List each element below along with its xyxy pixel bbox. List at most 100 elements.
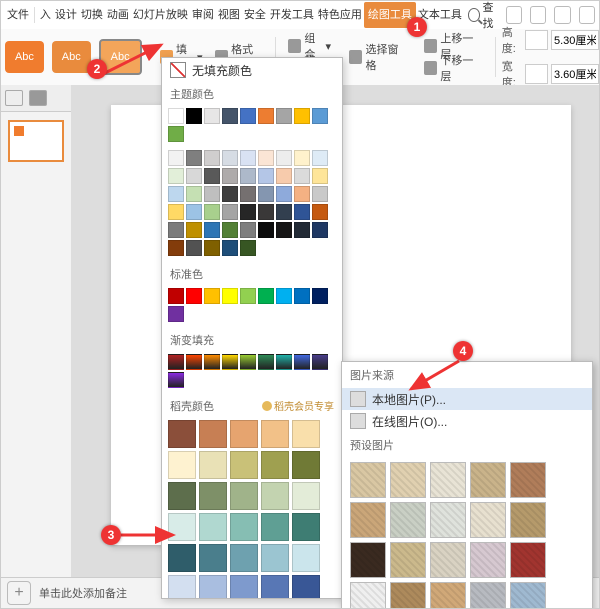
color-swatch[interactable] — [168, 168, 184, 184]
color-swatch[interactable] — [240, 108, 256, 124]
gradient-swatch[interactable] — [168, 354, 184, 370]
texture-swatch[interactable] — [510, 502, 546, 538]
color-swatch[interactable] — [312, 108, 328, 124]
color-swatch[interactable] — [258, 108, 274, 124]
texture-swatch[interactable] — [430, 462, 466, 498]
gradient-swatch[interactable] — [204, 354, 220, 370]
texture-swatch[interactable] — [470, 502, 506, 538]
color-swatch[interactable] — [258, 150, 274, 166]
color-swatch[interactable] — [230, 575, 258, 599]
color-swatch[interactable] — [312, 186, 328, 202]
texture-swatch[interactable] — [390, 502, 426, 538]
shape-style-1[interactable]: Abc — [5, 41, 44, 73]
color-swatch[interactable] — [222, 288, 238, 304]
menu-item-3[interactable]: 动画 — [105, 2, 131, 28]
color-swatch[interactable] — [240, 186, 256, 202]
texture-swatch[interactable] — [390, 542, 426, 578]
color-swatch[interactable] — [294, 222, 310, 238]
color-swatch[interactable] — [199, 451, 227, 479]
color-swatch[interactable] — [168, 482, 196, 510]
color-swatch[interactable] — [276, 108, 292, 124]
color-swatch[interactable] — [168, 222, 184, 238]
color-swatch[interactable] — [292, 451, 320, 479]
color-swatch[interactable] — [186, 240, 202, 256]
color-swatch[interactable] — [204, 222, 220, 238]
color-swatch[interactable] — [261, 482, 289, 510]
color-swatch[interactable] — [204, 288, 220, 304]
gradient-swatch[interactable] — [294, 354, 310, 370]
color-swatch[interactable] — [258, 204, 274, 220]
online-picture-option[interactable]: 在线图片(O)... — [342, 410, 592, 432]
color-swatch[interactable] — [240, 204, 256, 220]
color-swatch[interactable] — [276, 204, 292, 220]
color-swatch[interactable] — [258, 222, 274, 238]
menu-item-2[interactable]: 切换 — [79, 2, 105, 28]
color-swatch[interactable] — [199, 482, 227, 510]
color-swatch[interactable] — [312, 288, 328, 304]
texture-swatch[interactable] — [390, 462, 426, 498]
color-swatch[interactable] — [168, 108, 184, 124]
toolbar-icon-4[interactable] — [579, 6, 595, 24]
toolbar-icon-2[interactable] — [530, 6, 546, 24]
texture-swatch[interactable] — [430, 582, 466, 609]
color-swatch[interactable] — [258, 288, 274, 304]
color-swatch[interactable] — [294, 288, 310, 304]
texture-swatch[interactable] — [390, 582, 426, 609]
color-swatch[interactable] — [186, 168, 202, 184]
color-swatch[interactable] — [168, 288, 184, 304]
color-swatch[interactable] — [294, 168, 310, 184]
color-swatch[interactable] — [204, 186, 220, 202]
gradient-swatch[interactable] — [222, 354, 238, 370]
texture-swatch[interactable] — [350, 582, 386, 609]
texture-swatch[interactable] — [430, 502, 466, 538]
menu-item-5[interactable]: 审阅 — [190, 2, 216, 28]
menu-item-7[interactable]: 安全 — [242, 2, 268, 28]
color-swatch[interactable] — [312, 222, 328, 238]
color-swatch[interactable] — [204, 240, 220, 256]
menu-item-8[interactable]: 开发工具 — [268, 2, 316, 28]
color-swatch[interactable] — [168, 451, 196, 479]
color-swatch[interactable] — [258, 168, 274, 184]
color-swatch[interactable] — [204, 204, 220, 220]
color-swatch[interactable] — [258, 186, 274, 202]
color-swatch[interactable] — [292, 420, 320, 448]
texture-swatch[interactable] — [350, 502, 386, 538]
color-swatch[interactable] — [276, 168, 292, 184]
menu-item-1[interactable]: 设计 — [53, 2, 79, 28]
color-swatch[interactable] — [294, 186, 310, 202]
texture-swatch[interactable] — [470, 462, 506, 498]
color-swatch[interactable] — [312, 168, 328, 184]
menu-item-9[interactable]: 特色应用 — [316, 2, 364, 28]
color-swatch[interactable] — [168, 306, 184, 322]
color-swatch[interactable] — [276, 186, 292, 202]
color-swatch[interactable] — [204, 168, 220, 184]
color-swatch[interactable] — [186, 150, 202, 166]
width-input[interactable] — [551, 64, 599, 84]
color-swatch[interactable] — [230, 482, 258, 510]
color-swatch[interactable] — [261, 451, 289, 479]
color-swatch[interactable] — [168, 420, 196, 448]
color-swatch[interactable] — [292, 482, 320, 510]
color-swatch[interactable] — [230, 451, 258, 479]
color-swatch[interactable] — [292, 544, 320, 572]
height-field[interactable]: 高度: — [502, 24, 599, 56]
color-swatch[interactable] — [168, 513, 196, 541]
color-swatch[interactable] — [168, 204, 184, 220]
color-swatch[interactable] — [230, 420, 258, 448]
toolbar-icon-3[interactable] — [554, 6, 570, 24]
color-swatch[interactable] — [276, 288, 292, 304]
color-swatch[interactable] — [261, 513, 289, 541]
texture-swatch[interactable] — [510, 462, 546, 498]
color-swatch[interactable] — [222, 204, 238, 220]
color-swatch[interactable] — [222, 222, 238, 238]
color-swatch[interactable] — [168, 240, 184, 256]
color-swatch[interactable] — [240, 240, 256, 256]
local-picture-option[interactable]: 本地图片(P)... — [342, 388, 592, 410]
texture-swatch[interactable] — [470, 582, 506, 609]
texture-swatch[interactable] — [510, 582, 546, 609]
menu-item-4[interactable]: 幻灯片放映 — [131, 2, 190, 28]
color-swatch[interactable] — [186, 108, 202, 124]
color-swatch[interactable] — [276, 222, 292, 238]
gradient-swatch[interactable] — [276, 354, 292, 370]
color-swatch[interactable] — [261, 420, 289, 448]
